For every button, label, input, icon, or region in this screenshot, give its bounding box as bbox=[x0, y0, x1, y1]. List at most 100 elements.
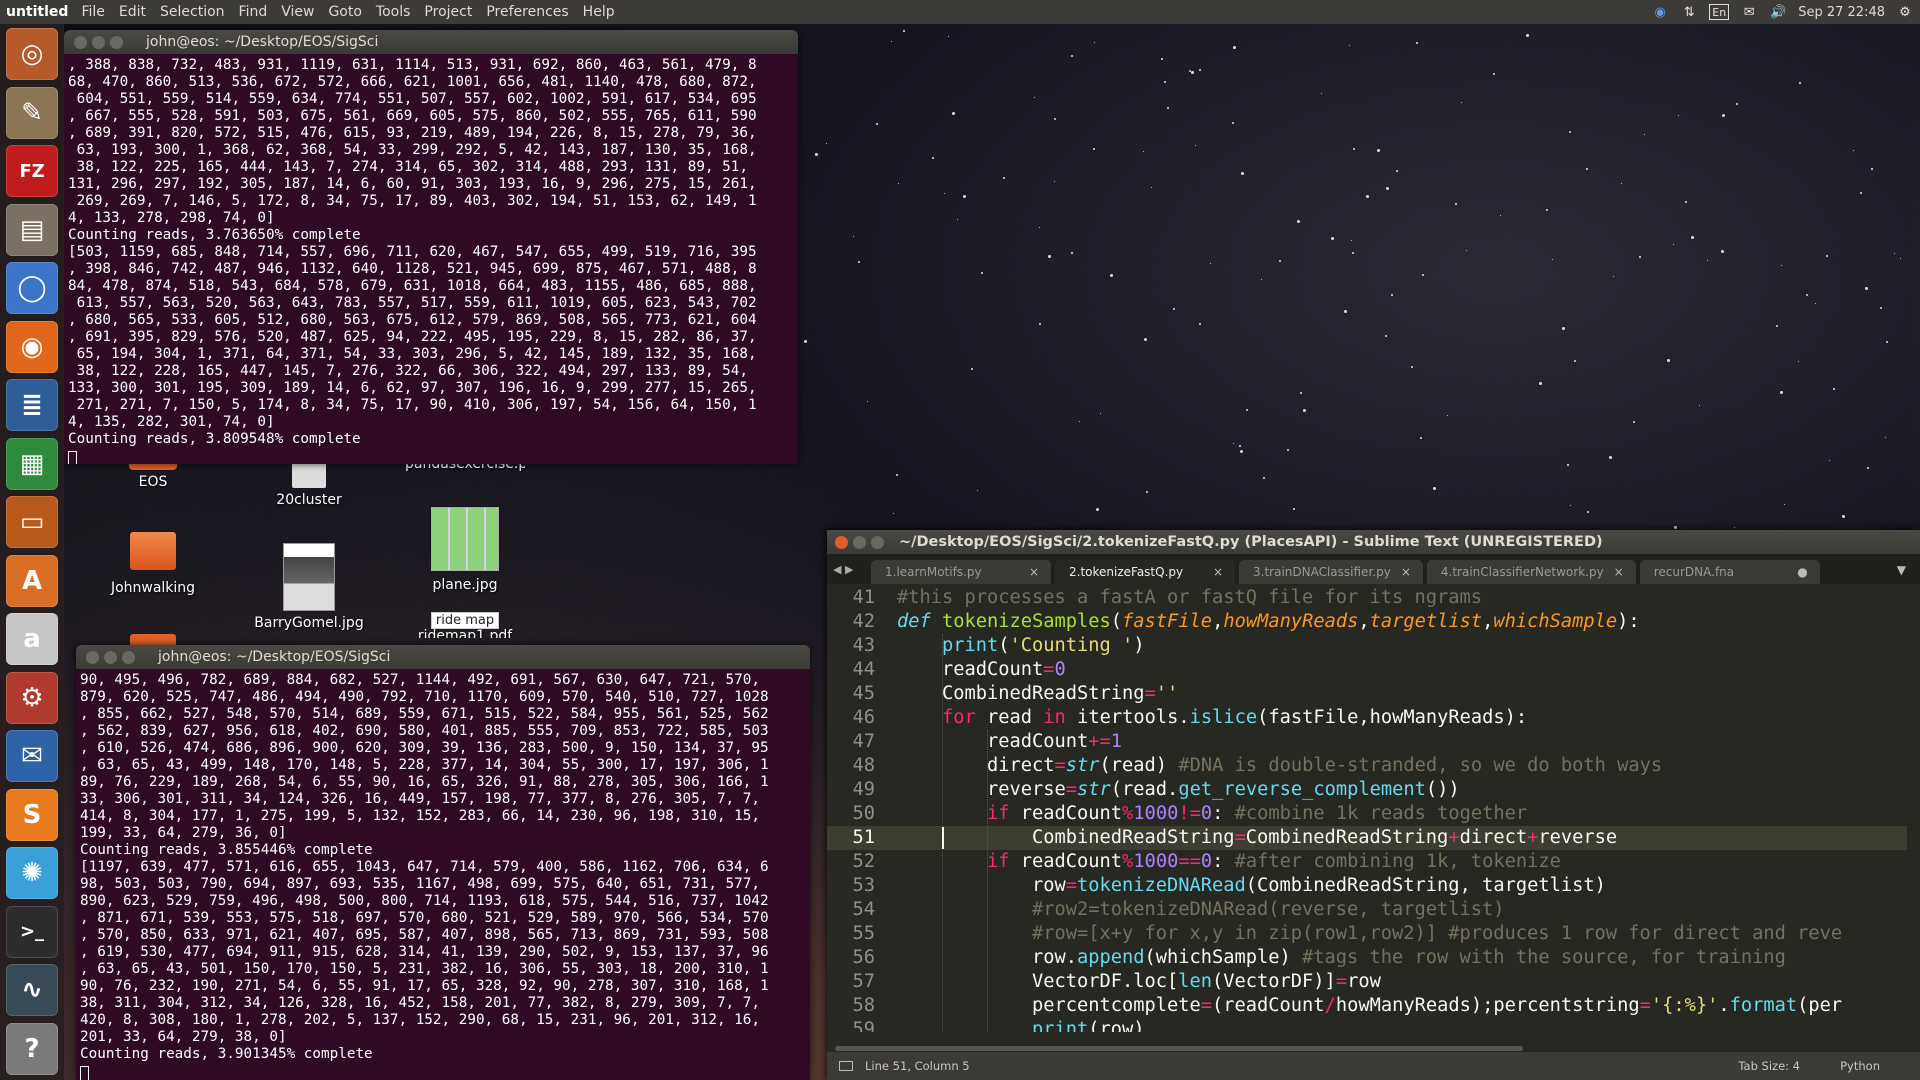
sublime-titlebar[interactable]: ~/Desktop/EOS/SigSci/2.tokenizeFastQ.py … bbox=[827, 530, 1920, 554]
desktop-file-20cluster[interactable]: 20cluster bbox=[249, 460, 369, 508]
tab-size-selector[interactable]: Tab Size: 4 bbox=[1738, 1059, 1800, 1073]
line-number[interactable]: 48 bbox=[827, 754, 875, 778]
keyboard-layout-indicator[interactable]: En bbox=[1709, 4, 1730, 20]
terminal-prompt[interactable] bbox=[64, 448, 798, 464]
terminal-output[interactable]: , 388, 838, 732, 483, 931, 1119, 631, 11… bbox=[64, 54, 798, 448]
filezilla-icon[interactable]: FZ bbox=[6, 145, 58, 197]
chromium-icon[interactable]: ◯ bbox=[6, 262, 58, 314]
code-line[interactable]: percentcomplete=(readCount/howManyReads)… bbox=[897, 994, 1842, 1018]
gear-icon[interactable]: ⚙ bbox=[1896, 4, 1914, 20]
desktop-image-barrygomel[interactable]: BarryGomel.jpg bbox=[249, 543, 369, 631]
gimp-icon[interactable]: ✎ bbox=[6, 86, 58, 139]
code-line[interactable]: direct=str(read) #DNA is double-stranded… bbox=[897, 754, 1662, 778]
scrollbar-thumb[interactable] bbox=[835, 1046, 1523, 1051]
close-tab-icon[interactable]: × bbox=[1029, 565, 1039, 579]
menu-project[interactable]: Project bbox=[417, 4, 479, 20]
code-line[interactable]: row=tokenizeDNARead(CombinedReadString, … bbox=[897, 874, 1606, 898]
maximize-button[interactable] bbox=[110, 35, 123, 49]
terminal-prompt[interactable] bbox=[76, 1063, 810, 1080]
code-line[interactable]: def tokenizeSamples(fastFile,howManyRead… bbox=[897, 610, 1640, 634]
code-line[interactable]: #row2=tokenizeDNARead(reverse, targetlis… bbox=[897, 898, 1505, 922]
code-line[interactable]: VectorDF.loc[len(VectorDF)]=row bbox=[897, 970, 1381, 994]
code-line[interactable]: row.append(whichSample) #tags the row wi… bbox=[897, 946, 1786, 970]
terminal-titlebar[interactable]: john@eos: ~/Desktop/EOS/SigSci bbox=[64, 30, 798, 54]
system-settings-icon[interactable]: ⚙ bbox=[6, 671, 58, 724]
code-line[interactable]: if readCount%1000==0: #after combining 1… bbox=[897, 850, 1561, 874]
code-line[interactable]: #row=[x+y for x,y in zip(row1,row2)] #pr… bbox=[897, 922, 1842, 946]
terminal-window-2[interactable]: john@eos: ~/Desktop/EOS/SigSci 90, 495, … bbox=[76, 645, 810, 1080]
maximize-button[interactable] bbox=[871, 535, 884, 549]
impress-icon[interactable]: ▭ bbox=[6, 496, 58, 548]
sublime-text-window[interactable]: ~/Desktop/EOS/SigSci/2.tokenizeFastQ.py … bbox=[827, 530, 1920, 1080]
code-editor[interactable]: 41 42 43 44 45 46 47 48 49 50 51 52 53 54 55 56 57 58 59 #t… bbox=[827, 584, 1907, 1032]
amazon-icon[interactable]: a bbox=[6, 613, 58, 665]
tab-traindnaclassifier[interactable]: 3.trainDNAClassifier.py × bbox=[1239, 560, 1423, 584]
terminal-window-1[interactable]: john@eos: ~/Desktop/EOS/SigSci , 388, 83… bbox=[64, 30, 798, 464]
chromium-tray-icon[interactable]: ◉ bbox=[1651, 4, 1669, 20]
code-line[interactable]: print('Counting ') bbox=[897, 634, 1145, 658]
line-number[interactable]: 46 bbox=[827, 706, 875, 730]
menu-help[interactable]: Help bbox=[576, 4, 622, 20]
menu-edit[interactable]: Edit bbox=[112, 4, 153, 20]
close-tab-icon[interactable]: × bbox=[1401, 565, 1411, 579]
writer-icon[interactable]: ≣ bbox=[6, 379, 58, 431]
code-line[interactable]: CombinedReadString=CombinedReadString+di… bbox=[897, 826, 1617, 850]
desktop-file-ridemap[interactable]: ride map ridemap1.pdf bbox=[405, 612, 525, 638]
line-number[interactable]: 43 bbox=[827, 634, 875, 658]
tab-learnmotifs[interactable]: 1.learnMotifs.py × bbox=[871, 560, 1051, 584]
help-icon[interactable]: ? bbox=[6, 1022, 58, 1075]
ubuntu-dash-icon[interactable]: ◎ bbox=[6, 28, 58, 80]
menu-selection[interactable]: Selection bbox=[153, 4, 232, 20]
tab-trainclassifiernetwork[interactable]: 4.trainClassifierNetwork.py × bbox=[1426, 560, 1636, 584]
menu-tools[interactable]: Tools bbox=[369, 4, 418, 20]
line-number[interactable]: 49 bbox=[827, 778, 875, 802]
line-number[interactable]: 53 bbox=[827, 874, 875, 898]
mail-icon[interactable]: ✉ bbox=[1740, 4, 1758, 20]
network-icon[interactable]: ⇅ bbox=[1680, 4, 1698, 20]
syntax-selector[interactable]: Python bbox=[1840, 1059, 1880, 1073]
line-number[interactable]: 56 bbox=[827, 946, 875, 970]
close-button[interactable] bbox=[835, 535, 848, 549]
unsaved-dot-icon[interactable]: ● bbox=[1797, 565, 1807, 579]
tab-menu-chevron-down-icon[interactable]: ▼ bbox=[1897, 563, 1906, 577]
file-manager-icon[interactable]: ▤ bbox=[6, 203, 58, 256]
line-number[interactable]: 54 bbox=[827, 898, 875, 922]
clock[interactable]: Sep 27 22:48 bbox=[1798, 5, 1885, 20]
line-number[interactable]: 47 bbox=[827, 730, 875, 754]
line-number[interactable]: 58 bbox=[827, 994, 875, 1018]
minimize-button[interactable] bbox=[104, 650, 117, 664]
vertical-scrollbar[interactable] bbox=[1908, 584, 1920, 1032]
line-number[interactable]: 57 bbox=[827, 970, 875, 994]
line-number[interactable]: 44 bbox=[827, 658, 875, 682]
firefox-icon[interactable]: ◉ bbox=[6, 320, 58, 373]
system-monitor-icon[interactable]: ∿ bbox=[6, 964, 58, 1016]
menu-preferences[interactable]: Preferences bbox=[479, 4, 575, 20]
horizontal-scrollbar[interactable] bbox=[827, 1044, 1907, 1052]
code-line[interactable]: CombinedReadString='' bbox=[897, 682, 1178, 706]
line-number[interactable]: 41 bbox=[827, 586, 875, 610]
desktop-folder-johnwalking[interactable]: Johnwalking bbox=[93, 532, 213, 596]
code-line[interactable]: readCount+=1 bbox=[897, 730, 1122, 754]
minimize-button[interactable] bbox=[853, 535, 866, 549]
terminal-icon[interactable]: >_ bbox=[6, 905, 58, 958]
calc-icon[interactable]: ▦ bbox=[6, 437, 58, 490]
menu-view[interactable]: View bbox=[274, 4, 321, 20]
line-number[interactable]: 59 bbox=[827, 1018, 875, 1032]
minimize-button[interactable] bbox=[92, 35, 105, 49]
code-line[interactable]: for read in itertools.islice(fastFile,ho… bbox=[897, 706, 1527, 730]
maximize-button[interactable] bbox=[122, 650, 135, 664]
line-number[interactable]: 45 bbox=[827, 682, 875, 706]
code-line[interactable]: print(row) bbox=[897, 1018, 1145, 1032]
tab-recurdna[interactable]: recurDNA.fna ● bbox=[1639, 560, 1820, 584]
line-number[interactable]: 55 bbox=[827, 922, 875, 946]
close-tab-icon[interactable]: × bbox=[1213, 565, 1223, 579]
line-number[interactable]: 50 bbox=[827, 802, 875, 826]
sublime-text-icon[interactable]: S bbox=[6, 788, 58, 841]
volume-icon[interactable]: 🔊 bbox=[1769, 4, 1787, 20]
remmina-icon[interactable]: ✺ bbox=[6, 847, 58, 899]
line-number[interactable]: 42 bbox=[827, 610, 875, 634]
menu-goto[interactable]: Goto bbox=[321, 4, 368, 20]
close-button[interactable] bbox=[74, 35, 87, 49]
thunderbird-icon[interactable]: ✉ bbox=[6, 730, 58, 782]
terminal-output[interactable]: 90, 495, 496, 782, 689, 884, 682, 527, 1… bbox=[76, 669, 810, 1063]
